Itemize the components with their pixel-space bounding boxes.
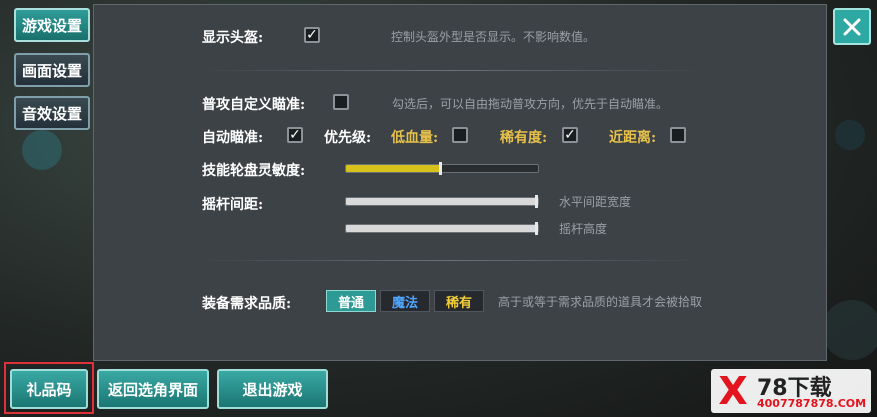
joystick-height-hint: 摇杆高度: [559, 222, 608, 236]
joystick-width-fill: [346, 198, 538, 205]
divider: [194, 260, 704, 261]
slider-handle[interactable]: [535, 222, 538, 235]
joystick-width-hint: 水平间距宽度: [559, 195, 632, 209]
wheel-sensitivity-fill: [346, 165, 442, 172]
priority-rarity-checkbox[interactable]: ✓: [562, 127, 578, 143]
tab-graphics-settings[interactable]: 画面设置: [14, 53, 90, 87]
equip-quality-hint: 高于或等于需求品质的道具才会被拾取: [498, 295, 703, 309]
wheel-sensitivity-slider[interactable]: [345, 162, 539, 175]
show-helmet-checkbox[interactable]: ✓: [304, 27, 320, 43]
slider-handle[interactable]: [535, 195, 538, 208]
auto-aim-checkbox[interactable]: ✓: [287, 127, 303, 143]
watermark-logo-icon: X: [718, 369, 748, 413]
background-object: [835, 120, 865, 150]
exit-game-button[interactable]: 退出游戏: [217, 369, 328, 409]
gift-code-button[interactable]: 礼品码: [10, 369, 88, 409]
quality-rare-button[interactable]: 稀有: [434, 290, 484, 312]
tab-audio-settings[interactable]: 音效设置: [14, 96, 90, 130]
divider: [194, 70, 704, 71]
custom-aim-label: 普攻自定义瞄准:: [202, 97, 306, 113]
quality-common-button[interactable]: 普通: [326, 290, 376, 312]
show-helmet-label: 显示头盔:: [202, 30, 264, 46]
wheel-sensitivity-label: 技能轮盘灵敏度:: [202, 163, 306, 179]
close-icon: [843, 18, 861, 35]
close-button[interactable]: [833, 8, 871, 45]
watermark-url: 4007787878.COM: [757, 397, 867, 410]
background-object: [22, 130, 62, 170]
tab-game-settings[interactable]: 游戏设置: [14, 8, 90, 42]
slider-handle[interactable]: [439, 162, 442, 175]
custom-aim-hint: 勾选后，可以自由拖动普攻方向，优先于自动瞄准。: [392, 97, 669, 111]
priority-distance-checkbox[interactable]: [670, 127, 686, 143]
joystick-width-slider[interactable]: [345, 195, 539, 208]
custom-aim-checkbox[interactable]: [333, 94, 349, 110]
joystick-spacing-label: 摇杆间距:: [202, 197, 264, 213]
equip-quality-label: 装备需求品质:: [202, 296, 292, 312]
background-object: [822, 300, 877, 360]
settings-panel: 显示头盔: ✓ 控制头盔外型是否显示。不影响数值。 普攻自定义瞄准: 勾选后，可…: [93, 4, 827, 361]
watermark: X 78下载 4007787878.COM: [711, 369, 871, 413]
priority-low-hp-label: 低血量:: [391, 130, 439, 146]
joystick-height-slider[interactable]: [345, 222, 539, 235]
priority-label: 优先级:: [324, 130, 372, 146]
priority-rarity-label: 稀有度:: [500, 130, 548, 146]
priority-low-hp-checkbox[interactable]: [452, 127, 468, 143]
back-to-character-select-button[interactable]: 返回选角界面: [97, 369, 209, 409]
quality-magic-button[interactable]: 魔法: [380, 290, 430, 312]
joystick-height-fill: [346, 225, 538, 232]
show-helmet-hint: 控制头盔外型是否显示。不影响数值。: [391, 30, 596, 44]
auto-aim-label: 自动瞄准:: [202, 130, 264, 146]
priority-distance-label: 近距离:: [609, 130, 657, 146]
